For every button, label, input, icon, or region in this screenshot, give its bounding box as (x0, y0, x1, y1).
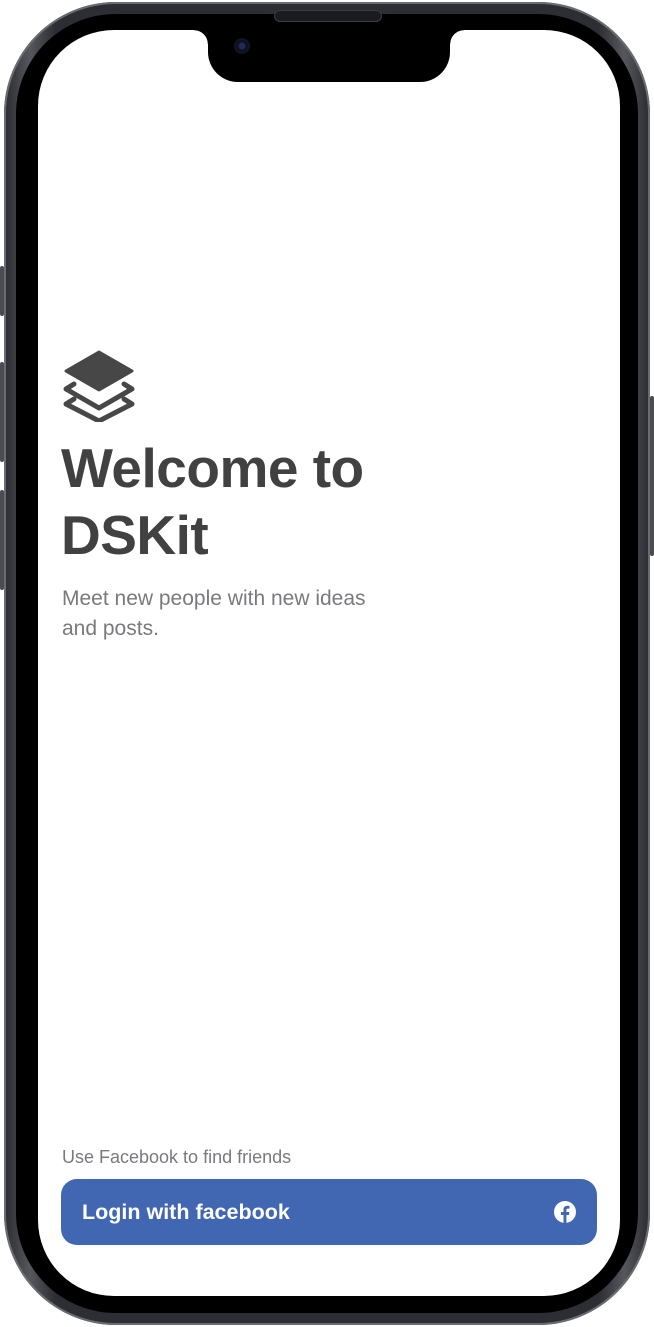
volume-up-button (0, 362, 4, 462)
volume-down-button (0, 490, 4, 590)
notch (194, 30, 464, 82)
page-subtitle: Meet new people with new ideas and posts… (62, 587, 366, 640)
title-line-1: Welcome to (61, 437, 364, 499)
silent-switch (0, 266, 4, 316)
earpiece-speaker (274, 10, 382, 22)
login-button-label: Login with facebook (82, 1199, 290, 1224)
app-screen: Welcome to DSKit Meet new people with ne… (38, 30, 620, 1296)
facebook-helper-text: Use Facebook to find friends (62, 1147, 292, 1167)
power-button (650, 396, 654, 556)
facebook-icon (553, 1200, 577, 1224)
page-title: Welcome to DSKit (61, 435, 461, 569)
login-with-facebook-button[interactable]: Login with facebook (61, 1179, 597, 1245)
layers-icon (62, 346, 136, 424)
title-line-2: DSKit (61, 504, 209, 566)
front-camera (234, 38, 250, 54)
